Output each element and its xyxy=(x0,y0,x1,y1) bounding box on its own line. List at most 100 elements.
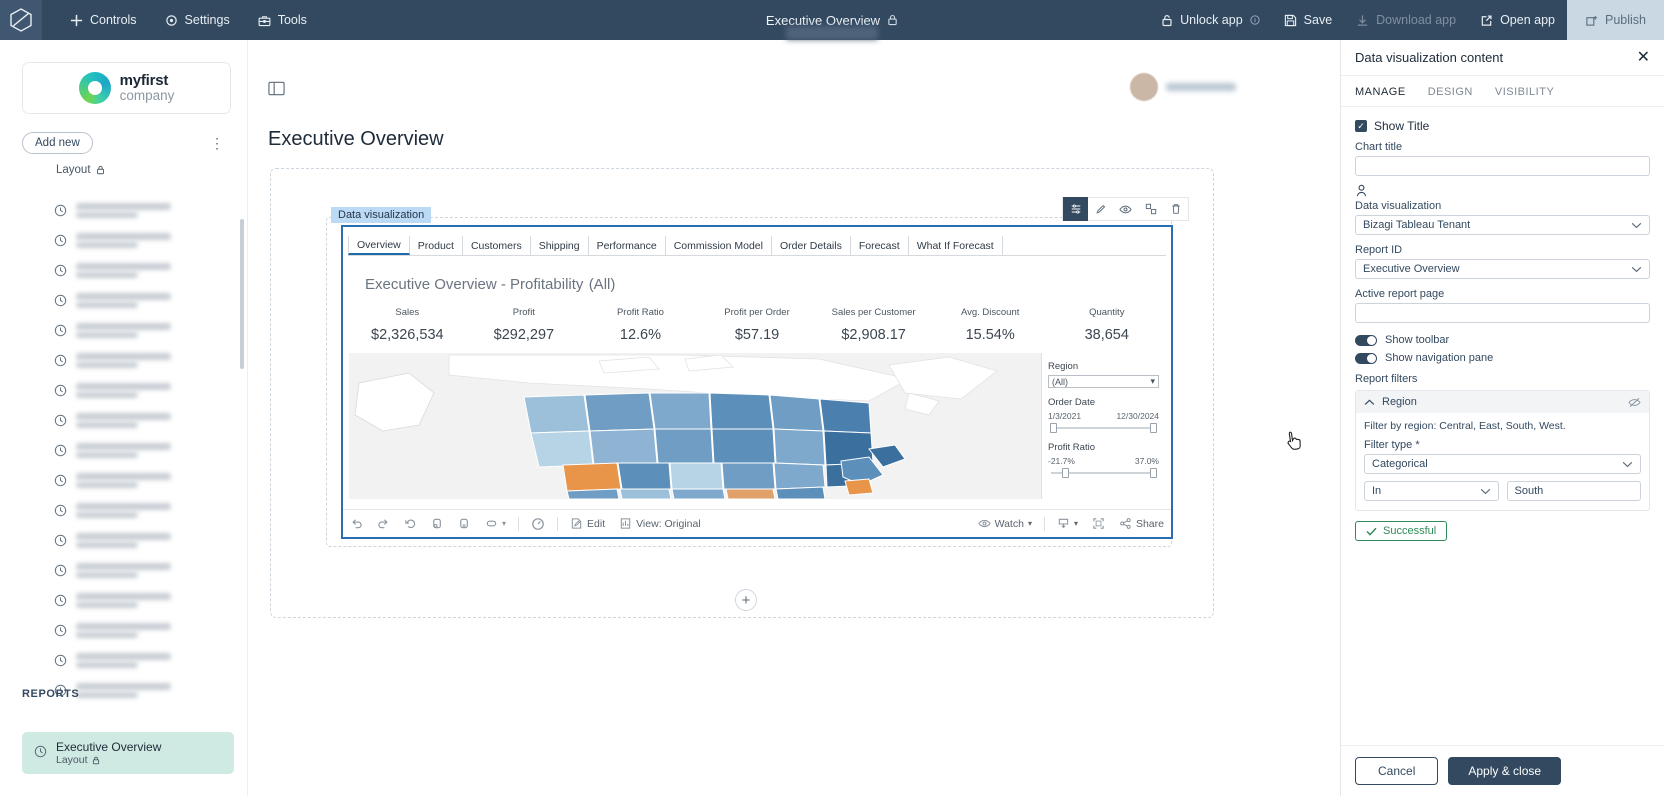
download-app-button[interactable]: Download app xyxy=(1344,0,1468,40)
panel-toggle-icon[interactable] xyxy=(268,80,286,98)
save-button[interactable]: Save xyxy=(1272,0,1345,40)
tableau-tab[interactable]: What If Forecast xyxy=(909,236,1003,255)
app-logo[interactable] xyxy=(0,0,42,40)
filter-value-input[interactable]: South xyxy=(1506,481,1641,501)
unlock-app-button[interactable]: Unlock app xyxy=(1149,0,1272,40)
panel-tab[interactable]: DESIGN xyxy=(1428,86,1473,98)
filter-operator-select[interactable]: In xyxy=(1364,481,1499,501)
profit-ratio-handle-right[interactable] xyxy=(1150,468,1157,478)
edit-button[interactable]: Edit xyxy=(563,510,612,538)
show-title-row[interactable]: ✓ Show Title xyxy=(1355,119,1650,133)
sidebar-item[interactable] xyxy=(0,645,248,675)
tableau-tab[interactable]: Forecast xyxy=(851,236,909,255)
pause-updates-icon[interactable] xyxy=(451,510,478,538)
sidebar-layout-node[interactable]: Layout xyxy=(56,164,247,176)
sidebar-item[interactable] xyxy=(0,405,248,435)
show-navigation-pane-toggle[interactable] xyxy=(1355,352,1377,364)
tableau-tab[interactable]: Commission Model xyxy=(666,236,772,255)
tableau-tab-strip[interactable]: Overview Product Customers Shipping Performa… xyxy=(348,236,1166,256)
kpi-value: 15.54% xyxy=(965,327,1015,343)
panel-tab[interactable]: MANAGE xyxy=(1355,86,1406,98)
sidebar-item[interactable] xyxy=(0,195,248,225)
more-vertical-icon[interactable]: ⋮ xyxy=(204,133,231,154)
settings-menu-button[interactable]: Settings xyxy=(153,6,242,34)
order-date-slider[interactable] xyxy=(1048,423,1159,433)
sidebar-item[interactable] xyxy=(0,465,248,495)
chevron-up-icon[interactable] xyxy=(1364,399,1375,406)
sidebar-item[interactable] xyxy=(0,525,248,555)
profit-ratio-handle-left[interactable] xyxy=(1062,468,1069,478)
redo-icon[interactable] xyxy=(370,510,397,538)
eye-icon[interactable] xyxy=(1113,197,1138,221)
publish-button[interactable]: Publish xyxy=(1567,0,1664,40)
external-link-icon xyxy=(1481,14,1492,26)
region-filter-select[interactable]: (All) ▾ xyxy=(1048,375,1159,388)
report-id-select[interactable]: Executive Overview xyxy=(1355,259,1650,279)
sidebar-item[interactable] xyxy=(0,315,248,345)
show-toolbar-row[interactable]: Show toolbar xyxy=(1355,334,1650,346)
move-icon[interactable] xyxy=(1138,197,1163,221)
sidebar-item-label-blur xyxy=(76,652,171,668)
add-widget-button[interactable]: + xyxy=(735,589,757,611)
order-date-handle-right[interactable] xyxy=(1150,423,1157,433)
add-new-button[interactable]: Add new xyxy=(22,132,93,154)
watch-button[interactable]: Watch ▾ xyxy=(971,510,1039,538)
tableau-tab[interactable]: Overview xyxy=(348,236,410,255)
panel-tab-strip[interactable]: MANAGE DESIGN VISIBILITY xyxy=(1341,76,1664,107)
sidebar-item[interactable] xyxy=(0,225,248,255)
controls-menu-button[interactable]: Controls xyxy=(58,6,149,34)
refresh-data-icon[interactable] xyxy=(424,510,451,538)
cancel-button[interactable]: Cancel xyxy=(1355,757,1439,785)
report-filter-header[interactable]: Region xyxy=(1356,391,1649,413)
trash-icon[interactable] xyxy=(1163,197,1188,221)
view-original-button[interactable]: View: Original xyxy=(612,510,708,538)
eye-off-icon[interactable] xyxy=(1628,397,1641,408)
sidebar-tree[interactable] xyxy=(0,195,248,715)
settings-label: Settings xyxy=(184,13,230,27)
sidebar-scrollbar[interactable] xyxy=(240,219,244,369)
sidebar-item[interactable] xyxy=(0,375,248,405)
data-visualization-select[interactable]: Bizagi Tableau Tenant xyxy=(1355,215,1650,235)
revert-icon[interactable] xyxy=(397,510,424,538)
active-report-page-input[interactable] xyxy=(1355,303,1650,323)
sidebar-item[interactable] xyxy=(0,345,248,375)
data-visualization-widget[interactable]: Overview Product Customers Shipping Performa… xyxy=(341,225,1173,539)
tableau-tab[interactable]: Order Details xyxy=(772,236,851,255)
filter-type-value: Categorical xyxy=(1372,458,1428,470)
alert-icon[interactable]: ▾ xyxy=(478,510,513,538)
sidebar-item-executive-overview[interactable]: Executive Overview Layout xyxy=(22,732,234,774)
download-box-icon[interactable]: ▾ xyxy=(1050,510,1085,538)
kpi-label: Avg. Discount xyxy=(960,307,1020,318)
sidebar-item[interactable] xyxy=(0,495,248,525)
dashboard-info-icon[interactable] xyxy=(524,510,552,538)
show-title-checkbox[interactable]: ✓ xyxy=(1355,120,1367,132)
fullscreen-icon[interactable] xyxy=(1085,510,1112,538)
open-app-button[interactable]: Open app xyxy=(1468,0,1567,40)
chart-title-input[interactable] xyxy=(1355,156,1650,176)
tableau-tab[interactable]: Shipping xyxy=(531,236,589,255)
properties-icon[interactable] xyxy=(1063,197,1088,221)
sidebar-item[interactable] xyxy=(0,585,248,615)
pencil-icon[interactable] xyxy=(1088,197,1113,221)
undo-icon[interactable] xyxy=(343,510,370,538)
show-navigation-pane-row[interactable]: Show navigation pane xyxy=(1355,352,1650,364)
show-toolbar-toggle[interactable] xyxy=(1355,334,1377,346)
filter-type-select[interactable]: Categorical xyxy=(1364,454,1641,474)
chart-title-label: Chart title xyxy=(1355,141,1403,153)
profit-ratio-slider[interactable] xyxy=(1048,468,1159,478)
tools-menu-button[interactable]: Tools xyxy=(246,6,319,34)
sidebar-item[interactable] xyxy=(0,255,248,285)
sidebar-item[interactable] xyxy=(0,555,248,585)
close-icon[interactable]: ✕ xyxy=(1637,49,1650,66)
order-date-handle-left[interactable] xyxy=(1050,423,1057,433)
tableau-tab[interactable]: Performance xyxy=(589,236,666,255)
sidebar-item[interactable] xyxy=(0,285,248,315)
tableau-tab[interactable]: Product xyxy=(410,236,463,255)
sidebar-item[interactable] xyxy=(0,435,248,465)
sidebar-item[interactable] xyxy=(0,615,248,645)
tableau-tab[interactable]: Customers xyxy=(463,236,531,255)
share-button[interactable]: Share xyxy=(1112,510,1171,538)
choropleth-map[interactable] xyxy=(349,353,1041,499)
apply-and-close-button[interactable]: Apply & close xyxy=(1448,757,1562,785)
panel-tab[interactable]: VISIBILITY xyxy=(1495,86,1554,98)
